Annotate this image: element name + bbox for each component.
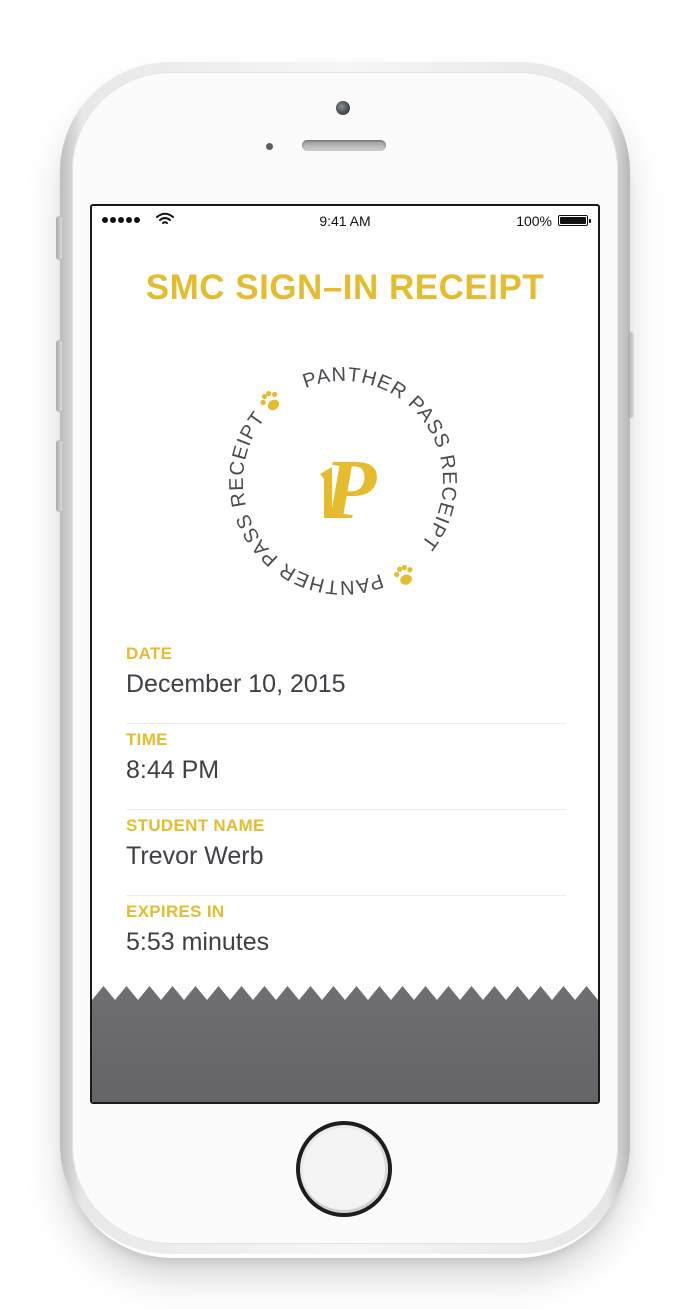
logo-one-stroke bbox=[320, 467, 332, 518]
expires-in-value: 5:53 minutes bbox=[126, 928, 270, 956]
home-button[interactable] bbox=[296, 1121, 392, 1217]
expires-in-field: EXPIRES IN 5:53 minutes bbox=[126, 896, 566, 982]
emblem-logo: P bbox=[320, 441, 378, 537]
battery-icon bbox=[558, 215, 591, 226]
panther-pass-emblem: PANTHER PASS RECEIPT PANTHER PASS RECEIP… bbox=[208, 346, 478, 616]
status-bar: 9:41 AM 100% bbox=[92, 206, 598, 236]
time-label: TIME bbox=[126, 730, 168, 749]
paw-icon bbox=[260, 391, 280, 411]
date-value: December 10, 2015 bbox=[126, 670, 346, 698]
receipt-title: SMC SIGN–IN RECEIPT bbox=[145, 268, 545, 307]
volume-up-button bbox=[56, 340, 62, 412]
paw-icon bbox=[394, 564, 413, 585]
battery-percentage: 100% bbox=[516, 213, 552, 229]
volume-down-button bbox=[56, 440, 62, 512]
expires-in-label: EXPIRES IN bbox=[126, 902, 225, 921]
student-name-label: STUDENT NAME bbox=[126, 816, 265, 835]
date-field: DATE December 10, 2015 bbox=[126, 638, 566, 724]
time-value: 8:44 PM bbox=[126, 756, 220, 784]
student-name-value: Trevor Werb bbox=[126, 842, 264, 870]
earpiece-speaker bbox=[302, 140, 386, 151]
proximity-sensor bbox=[266, 143, 273, 150]
date-label: DATE bbox=[126, 644, 173, 663]
front-camera bbox=[336, 101, 350, 115]
student-name-field: STUDENT NAME Trevor Werb bbox=[126, 810, 566, 896]
torn-receipt-edge bbox=[92, 986, 598, 1102]
mute-switch bbox=[56, 216, 62, 260]
receipt-fields: DATE December 10, 2015 TIME 8:44 PM STUD… bbox=[126, 638, 566, 982]
power-button bbox=[628, 332, 634, 418]
time-field: TIME 8:44 PM bbox=[126, 724, 566, 810]
app-screen: 9:41 AM 100% SMC SIGN–IN RECEIPT PANTHER… bbox=[90, 204, 600, 1104]
